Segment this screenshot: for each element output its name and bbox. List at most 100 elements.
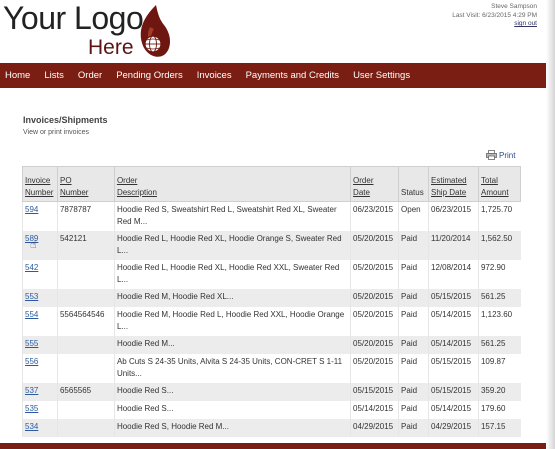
order-date: 05/20/2015 [350, 354, 399, 383]
status: Paid [398, 289, 429, 307]
po-number [56, 289, 115, 307]
order-description: Hoodie Red L, Hoodie Red XL, Hoodie Red … [113, 260, 351, 289]
main-nav: Home Lists Order Pending Orders Invoices… [0, 63, 546, 88]
print-label: Print [499, 150, 516, 160]
table-row[interactable]: 594 7878787 Hoodie Red S, Sweatshirt Red… [22, 201, 521, 231]
order-description: Hoodie Red M, Hoodie Red L, Hoodie Red X… [113, 307, 351, 336]
table-row[interactable]: 553 Hoodie Red M, Hoodie Red XL... 05/20… [22, 289, 521, 307]
sign-out-link[interactable]: sign out [452, 20, 537, 29]
invoice-link[interactable]: 553 [25, 292, 38, 301]
po-number [56, 260, 115, 289]
ship-date: 05/14/2015 [428, 401, 479, 419]
invoice-link[interactable]: 555 [25, 339, 38, 348]
total-amount: 1,725.70 [477, 201, 521, 231]
total-amount: 109.87 [477, 354, 521, 383]
main-content: Invoices/Shipments View or print invoice… [0, 88, 546, 449]
table-row[interactable]: 589 542121 Hoodie Red L, Hoodie Red XL, … [22, 231, 521, 260]
header-po-number[interactable]: PO Number [56, 166, 115, 202]
last-visit: Last Visit: 6/23/2015 4:29 PM [452, 11, 537, 19]
nav-user-settings[interactable]: User Settings [348, 70, 419, 81]
total-amount: 972.90 [477, 260, 521, 289]
header-estimated-ship-date[interactable]: Estimated Ship Date [428, 166, 479, 202]
table-row[interactable]: 537 6565565 Hoodie Red S... 05/15/2015 P… [22, 383, 521, 401]
status: Paid [398, 260, 429, 289]
ship-date: 05/15/2015 [428, 354, 479, 383]
user-info: Steve Sampson Last Visit: 6/23/2015 4:29… [452, 3, 537, 29]
printer-icon [486, 150, 497, 160]
header-total-amount[interactable]: Total Amount [477, 166, 522, 202]
table-row[interactable]: 542 Hoodie Red L, Hoodie Red XL, Hoodie … [22, 260, 521, 289]
order-description: Hoodie Red L, Hoodie Red XL, Hoodie Oran… [113, 231, 351, 260]
order-description: Hoodie Red S... [113, 401, 351, 419]
page-title: Invoices/Shipments [23, 115, 108, 125]
order-description: Hoodie Red M... [113, 336, 351, 354]
order-description: Hoodie Red S, Hoodie Red M... [113, 419, 351, 437]
invoice-link[interactable]: 594 [25, 205, 38, 214]
order-date: 06/23/2015 [350, 201, 399, 231]
user-name: Steve Sampson [491, 3, 537, 10]
order-date: 05/20/2015 [350, 289, 399, 307]
order-date: 04/29/2015 [350, 419, 399, 437]
table-header-row: Invoice Number PO Number Order Description … [22, 166, 522, 202]
ship-date: 05/14/2015 [428, 307, 479, 336]
invoice-link[interactable]: 534 [25, 422, 38, 431]
table-row[interactable]: 556 Ab Cuts S 24-35 Units, Alvita S 24-3… [22, 354, 521, 383]
invoices-table: Invoice Number PO Number Order Description … [22, 166, 522, 437]
nav-home[interactable]: Home [0, 70, 39, 81]
po-number: 7878787 [56, 201, 115, 231]
status: Paid [398, 336, 429, 354]
ship-date: 04/29/2015 [428, 419, 479, 437]
order-description: Ab Cuts S 24-35 Units, Alvita S 24-35 Un… [113, 354, 351, 383]
order-date: 05/20/2015 [350, 231, 399, 260]
site-header: Your Logo Here Steve Sampson Last Visit:… [0, 0, 546, 62]
page-subtitle: View or print invoices [23, 129, 90, 136]
invoice-link[interactable]: 535 [25, 404, 38, 413]
total-amount: 561.25 [477, 289, 521, 307]
header-invoice-number[interactable]: Invoice Number [22, 166, 58, 202]
nav-lists[interactable]: Lists [39, 70, 73, 81]
table-row[interactable]: 535 Hoodie Red S... 05/14/2015 Paid 05/1… [22, 401, 521, 419]
po-number [56, 354, 115, 383]
logo-text-line2[interactable]: Here [88, 36, 134, 60]
ship-date: 06/23/2015 [428, 201, 479, 231]
order-date: 05/20/2015 [350, 307, 399, 336]
invoice-link[interactable]: 537 [25, 386, 38, 395]
order-date: 05/15/2015 [350, 383, 399, 401]
invoice-link[interactable]: 542 [25, 263, 38, 272]
invoice-link[interactable]: 554 [25, 310, 38, 319]
header-order-description[interactable]: Order Description [113, 166, 352, 202]
nav-payments-and-credits[interactable]: Payments and Credits [241, 70, 348, 81]
ship-date: 12/08/2014 [428, 260, 479, 289]
header-order-date[interactable]: Order Date [350, 166, 400, 202]
header-status[interactable]: Status [398, 166, 430, 202]
table-row[interactable]: 554 5564564546 Hoodie Red M, Hoodie Red … [22, 307, 521, 336]
po-number [56, 336, 115, 354]
window-edge-shadow [546, 0, 555, 449]
order-date: 05/20/2015 [350, 336, 399, 354]
status: Paid [398, 419, 429, 437]
ship-date: 11/20/2014 [428, 231, 479, 260]
nav-pending-orders[interactable]: Pending Orders [111, 70, 192, 81]
order-description: Hoodie Red S... [113, 383, 351, 401]
table-row[interactable]: 555 Hoodie Red M... 05/20/2015 Paid 05/1… [22, 336, 521, 354]
po-number: 5564564546 [56, 307, 115, 336]
ship-date: 05/14/2015 [428, 336, 479, 354]
ship-date: 05/15/2015 [428, 289, 479, 307]
status: Open [398, 201, 429, 231]
invoice-link[interactable]: 556 [25, 357, 38, 366]
nav-order[interactable]: Order [73, 70, 111, 81]
po-number: 542121 [56, 231, 115, 260]
flame-globe-icon[interactable] [134, 3, 174, 61]
status: Paid [398, 383, 429, 401]
logo-text-line1[interactable]: Your Logo [3, 0, 144, 37]
footer-bar [0, 443, 546, 449]
print-button[interactable]: Print [486, 150, 515, 160]
status: Paid [398, 231, 429, 260]
order-date: 05/20/2015 [350, 260, 399, 289]
status: Paid [398, 307, 429, 336]
total-amount: 359.20 [477, 383, 521, 401]
nav-invoices[interactable]: Invoices [192, 70, 241, 81]
total-amount: 1,562.50 [477, 231, 521, 260]
table-row[interactable]: 534 Hoodie Red S, Hoodie Red M... 04/29/… [22, 419, 521, 437]
total-amount: 561.25 [477, 336, 521, 354]
